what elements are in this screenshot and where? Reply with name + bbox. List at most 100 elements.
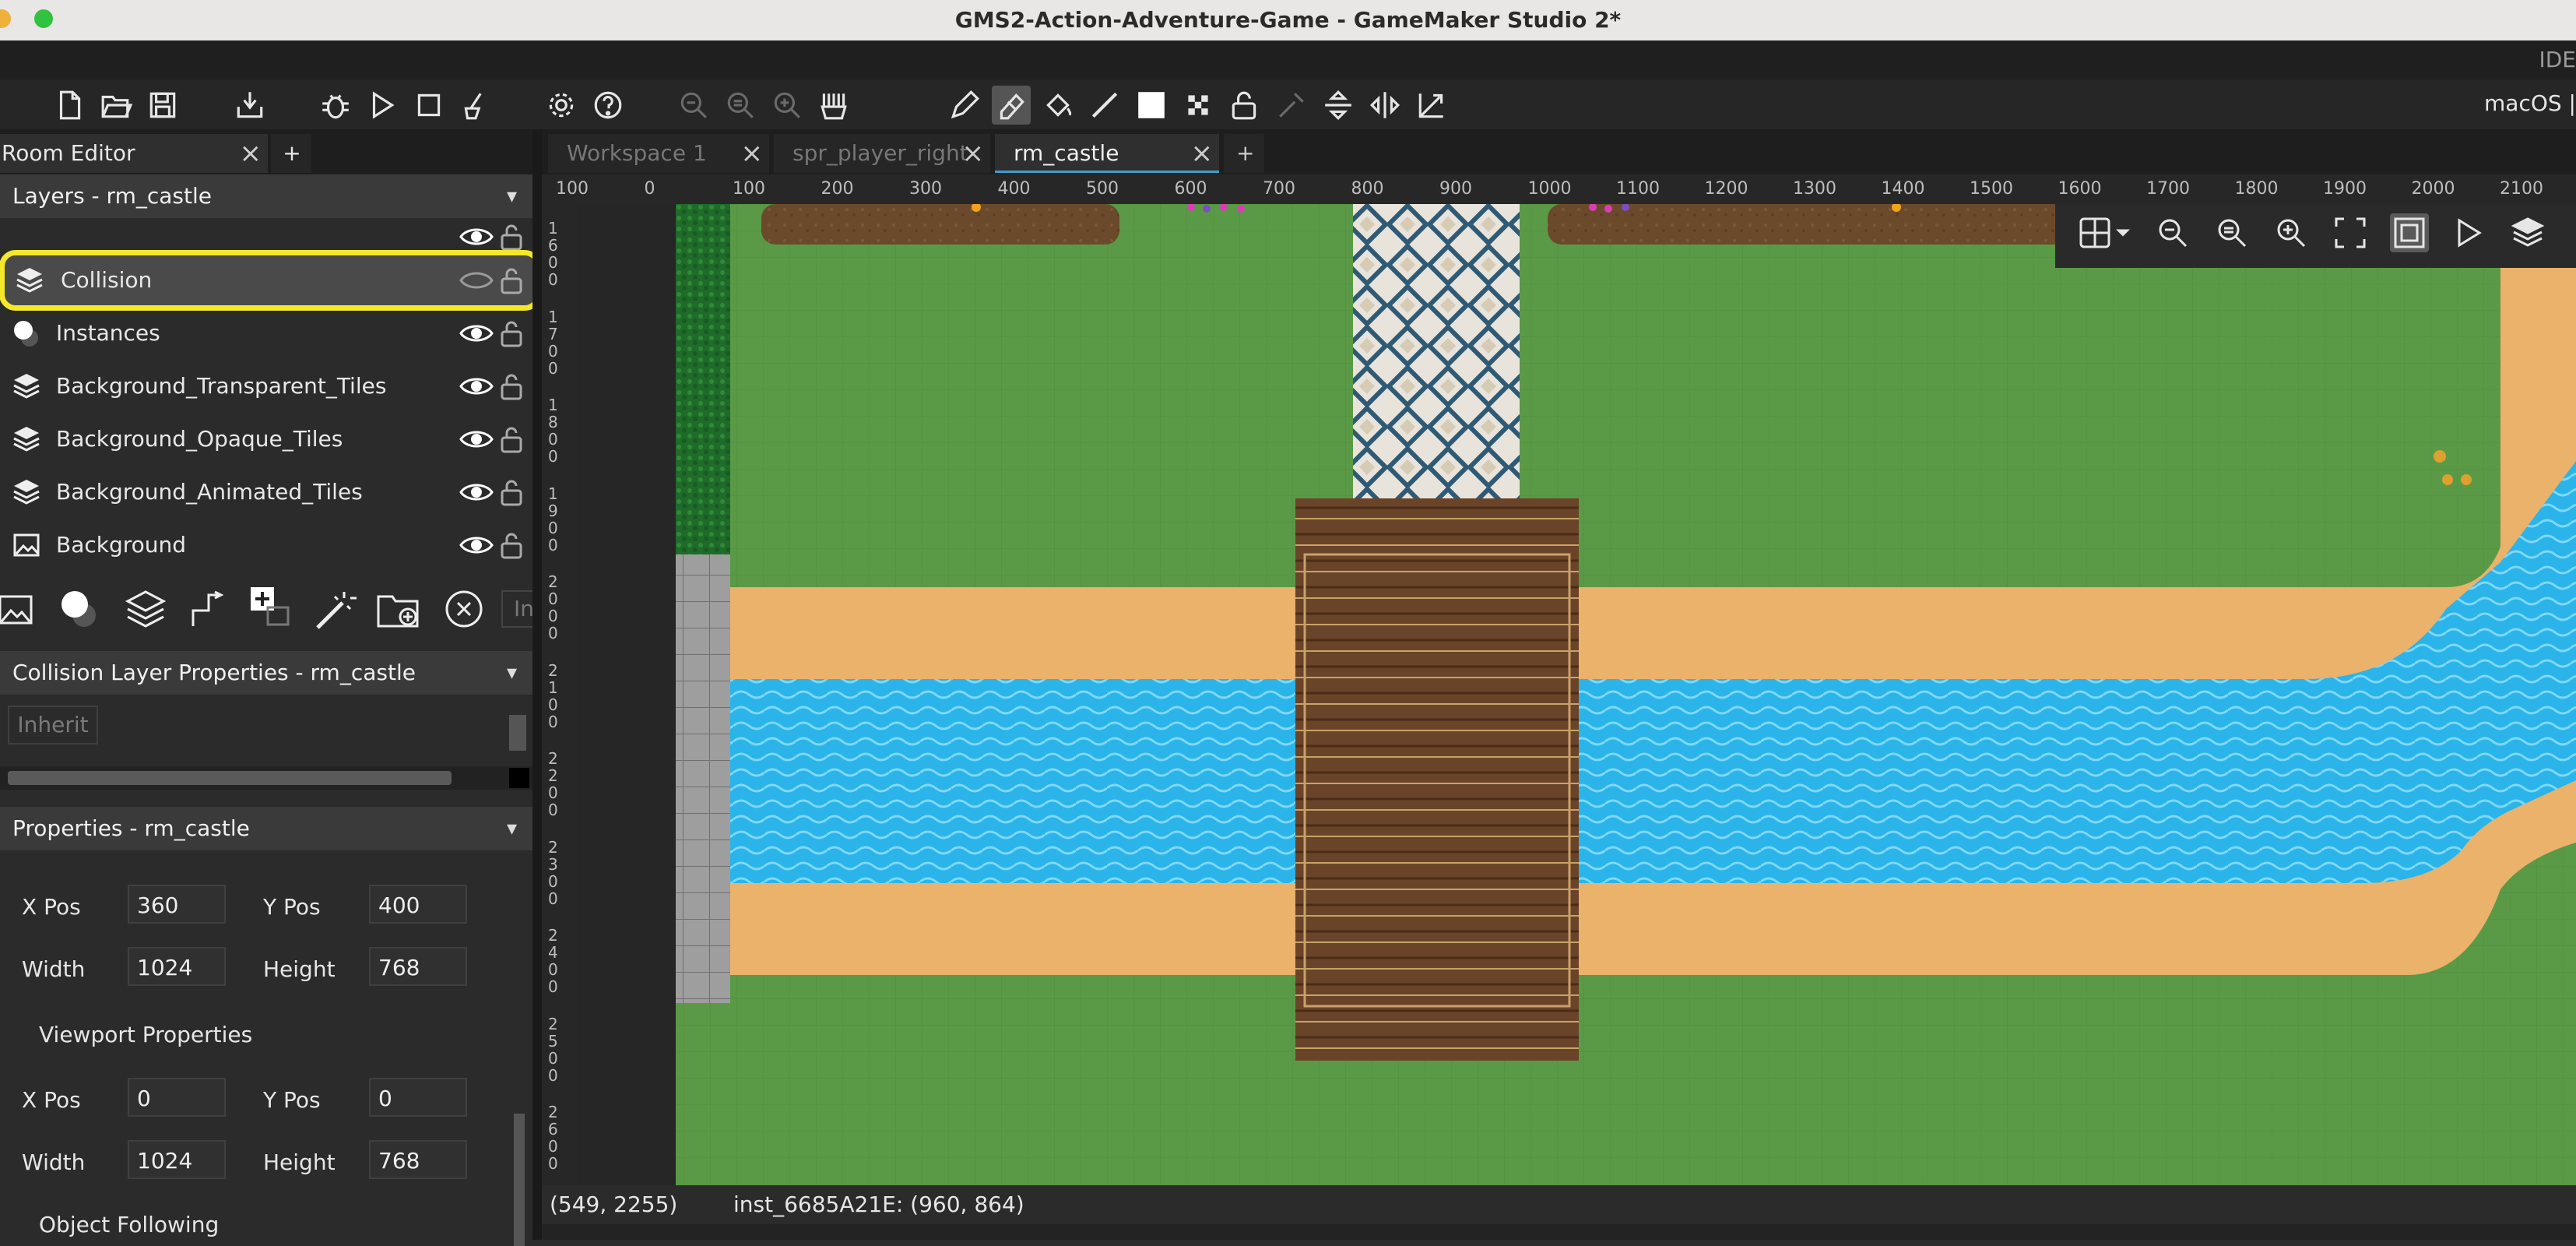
visibility-eye-icon[interactable] [459, 534, 494, 556]
close-icon[interactable]: × [741, 134, 764, 173]
visibility-eye-icon[interactable] [459, 322, 494, 344]
save-project-icon[interactable] [143, 86, 182, 125]
tab-workspace-1[interactable]: Workspace 1 × [548, 134, 769, 173]
zoom-reset-icon[interactable] [2212, 213, 2251, 252]
layer-row-instances[interactable]: Instances [0, 308, 532, 358]
chevron-down-icon[interactable]: ▾ [494, 807, 517, 850]
add-effect-layer-icon[interactable] [313, 587, 358, 632]
camera-y-field[interactable]: 400 [369, 885, 467, 924]
camera-height-field[interactable]: 768 [369, 947, 467, 986]
grid-toggle-icon[interactable] [2075, 213, 2114, 252]
gamepad-icon[interactable] [814, 86, 853, 125]
viewport-y-field[interactable]: 0 [369, 1078, 467, 1117]
collision-hscroll[interactable] [0, 766, 532, 790]
gear-icon[interactable] [542, 86, 581, 125]
add-asset-layer-icon[interactable] [248, 584, 294, 631]
viewport-width-field[interactable]: 1024 [128, 1140, 226, 1179]
rectangle-tool-icon[interactable] [1132, 86, 1171, 125]
add-tab-button[interactable]: + [1224, 134, 1264, 173]
add-tab-button[interactable]: + [271, 134, 311, 173]
mirror-horizontal-icon[interactable] [1365, 86, 1404, 125]
fit-view-icon[interactable] [2331, 213, 2370, 252]
visibility-eye-icon[interactable] [459, 428, 494, 450]
layer-row-background-opaque-tiles[interactable]: Background_Opaque_Tiles [0, 414, 532, 464]
new-project-icon[interactable] [50, 86, 89, 125]
visibility-eye-icon[interactable] [459, 375, 494, 397]
panel-splitter[interactable] [532, 129, 542, 1240]
checker-tool-icon[interactable] [1179, 86, 1218, 125]
lock-icon[interactable] [500, 266, 523, 294]
inherit-button[interactable]: Inherit [8, 706, 98, 744]
help-icon[interactable] [589, 86, 627, 125]
viewport-x-field[interactable]: 0 [128, 1078, 226, 1117]
picker-tool-icon[interactable] [1272, 86, 1311, 125]
collision-props-header[interactable]: Collision Layer Properties - rm_castle ▾ [0, 651, 532, 695]
add-path-layer-icon[interactable] [187, 589, 229, 631]
clean-icon[interactable] [456, 86, 495, 125]
layer-row-background[interactable]: Background [0, 520, 532, 570]
room-canvas[interactable] [578, 204, 2576, 1185]
target-platform-label[interactable]: macOS | [2484, 90, 2576, 116]
layer-row-background-transparent-tiles[interactable]: Background_Transparent_Tiles [0, 361, 532, 411]
add-layer-folder-icon[interactable] [375, 586, 423, 632]
properties-scroll-thumb[interactable] [514, 1114, 525, 1246]
lock-icon[interactable] [500, 425, 523, 453]
add-tile-layer-icon[interactable] [125, 589, 167, 631]
zoom-in-icon[interactable] [2272, 213, 2311, 252]
create-executable-icon[interactable] [230, 86, 269, 125]
layers-panel-header[interactable]: Layers - rm_castle ▾ [0, 174, 532, 218]
open-project-icon[interactable] [97, 86, 135, 125]
close-icon[interactable]: × [240, 134, 262, 173]
show-viewport-icon[interactable] [2390, 213, 2429, 252]
flip-vertical-icon[interactable] [1319, 86, 1358, 125]
fill-tool-icon[interactable] [1038, 86, 1077, 125]
visibility-eye-icon[interactable] [459, 481, 494, 503]
hscroll-thumb[interactable] [8, 771, 452, 785]
layer-row-background-animated-tiles[interactable]: Background_Animated_Tiles [0, 467, 532, 517]
layer-row-collision[interactable]: Collision [0, 250, 541, 311]
run-icon[interactable] [363, 86, 402, 125]
visibility-eye-icon[interactable] [459, 226, 494, 248]
lock-icon[interactable] [500, 319, 523, 347]
visibility-hidden-icon[interactable] [459, 269, 494, 291]
lock-icon[interactable] [500, 531, 523, 559]
play-animation-icon[interactable] [2449, 213, 2488, 252]
lock-icon[interactable] [500, 223, 523, 251]
delete-layer-icon[interactable] [442, 587, 486, 631]
chevron-down-icon[interactable]: ▾ [494, 174, 517, 218]
tab-room-editor[interactable]: Room Editor × [0, 134, 268, 173]
chevron-down-icon[interactable] [2111, 213, 2135, 252]
close-icon[interactable]: × [962, 134, 985, 173]
tab-spr-player-right[interactable]: spr_player_right × [774, 134, 990, 173]
rotate-icon[interactable] [1412, 86, 1451, 125]
layer-row-partial[interactable] [0, 221, 532, 252]
add-background-layer-icon[interactable] [0, 590, 36, 628]
zoom-in-icon[interactable] [768, 86, 807, 125]
properties-panel-header[interactable]: Properties - rm_castle ▾ [0, 807, 532, 850]
close-icon[interactable]: × [1191, 134, 1214, 173]
camera-x-field[interactable]: 360 [128, 885, 226, 924]
line-tool-icon[interactable] [1085, 86, 1124, 125]
stop-icon[interactable] [409, 86, 448, 125]
color-swatch[interactable] [509, 768, 529, 788]
collision-scroll-thumb[interactable] [509, 715, 526, 751]
lock-icon[interactable] [500, 372, 523, 400]
camera-width-field[interactable]: 1024 [128, 947, 226, 986]
layer-name: Background_Opaque_Tiles [56, 426, 343, 452]
viewport-height-field[interactable]: 768 [369, 1140, 467, 1179]
eraser-tool-icon[interactable] [992, 86, 1031, 125]
zoom-out-icon[interactable] [2153, 213, 2192, 252]
ruler-tick-label: 100 [733, 179, 765, 199]
chevron-down-icon[interactable]: ▾ [494, 651, 517, 695]
add-instance-layer-icon[interactable] [56, 587, 103, 631]
properties-scrollbar[interactable] [511, 857, 528, 1246]
debug-icon[interactable] [316, 86, 355, 125]
pencil-tool-icon[interactable] [945, 86, 984, 125]
tab-rm-castle[interactable]: rm_castle × [995, 134, 1219, 173]
zoom-reset-icon[interactable] [721, 86, 760, 125]
toolbar-partial-icon[interactable] [0, 86, 11, 125]
zoom-out-icon[interactable] [674, 86, 713, 125]
brush-lock-icon[interactable] [1225, 86, 1264, 125]
lock-icon[interactable] [500, 478, 523, 506]
layers-view-icon[interactable] [2508, 213, 2547, 252]
